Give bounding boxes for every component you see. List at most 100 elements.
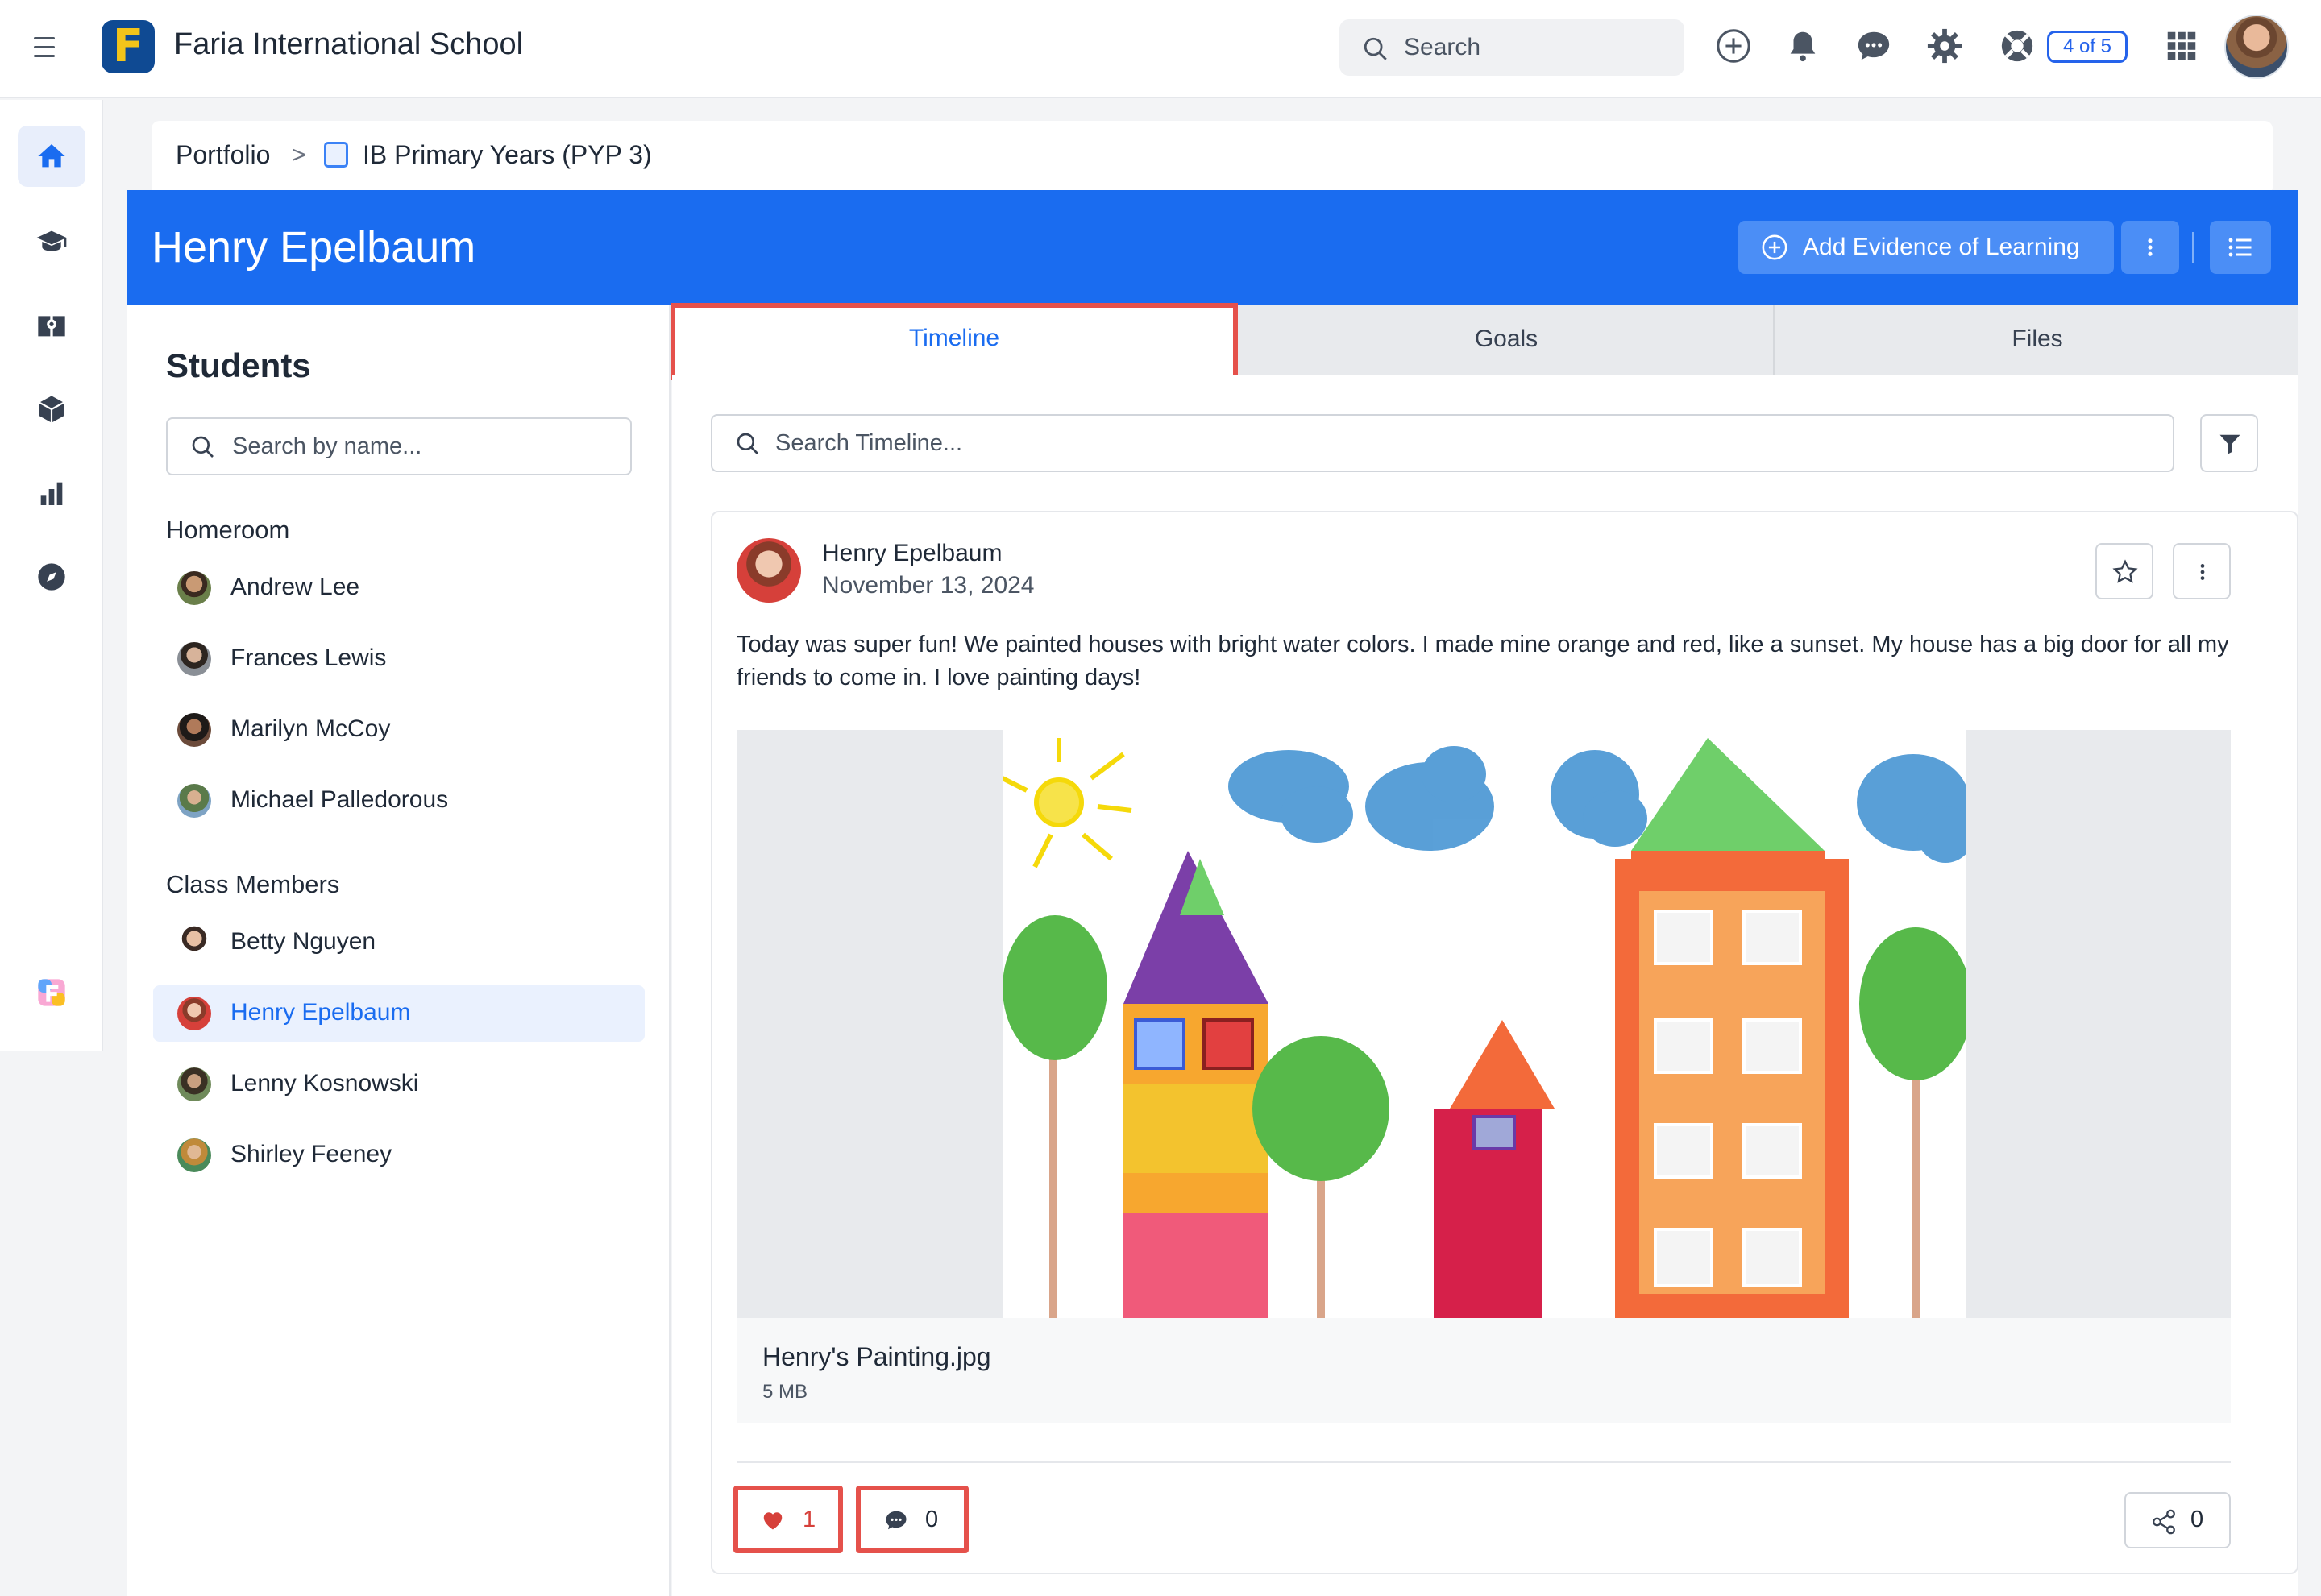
student-name: Marilyn McCoy xyxy=(230,715,391,742)
cube-icon xyxy=(39,396,64,423)
like-count: 1 xyxy=(803,1507,816,1532)
breadcrumb-class[interactable]: IB Primary Years (PYP 3) xyxy=(363,140,652,170)
student-name: Henry Epelbaum xyxy=(230,999,411,1026)
student-row-selected[interactable]: Henry Epelbaum xyxy=(153,985,645,1042)
list-view-button[interactable] xyxy=(2210,221,2271,274)
header-more-button[interactable] xyxy=(2121,221,2179,274)
plus-circle-icon[interactable] xyxy=(1715,27,1752,64)
timeline-search-input[interactable]: Search Timeline... xyxy=(711,414,2174,472)
student-row[interactable]: Lenny Kosnowski xyxy=(153,1056,645,1113)
global-search-input[interactable]: Search xyxy=(1339,19,1684,76)
student-row[interactable]: Andrew Lee xyxy=(153,560,645,616)
student-name: Michael Palledorous xyxy=(230,786,449,813)
student-name: Betty Nguyen xyxy=(230,928,376,955)
home-icon xyxy=(38,144,65,168)
comment-icon xyxy=(886,1511,907,1530)
favorite-button[interactable] xyxy=(2095,543,2153,599)
student-row[interactable]: Frances Lewis xyxy=(153,631,645,687)
avatar xyxy=(177,926,211,960)
school-name: Faria International School xyxy=(174,27,524,61)
avatar xyxy=(177,1067,211,1101)
student-name: Andrew Lee xyxy=(230,574,360,600)
student-name: Frances Lewis xyxy=(230,645,387,671)
nav-library[interactable] xyxy=(18,295,85,356)
search-icon xyxy=(1364,37,1387,60)
share-count: 0 xyxy=(2190,1507,2204,1532)
bell-icon[interactable] xyxy=(1784,27,1821,64)
user-avatar[interactable] xyxy=(2224,15,2289,79)
avatar xyxy=(177,571,211,605)
nav-academics[interactable] xyxy=(18,211,85,272)
avatar xyxy=(177,642,211,676)
avatar xyxy=(177,997,211,1030)
tab-goals[interactable]: Goals xyxy=(1239,305,1775,375)
graduation-cap-icon xyxy=(36,230,67,251)
post-more-button[interactable] xyxy=(2173,543,2231,599)
avatar xyxy=(177,1138,211,1172)
apps-grid-icon[interactable] xyxy=(2163,27,2200,64)
share-button[interactable]: 0 xyxy=(2124,1492,2231,1548)
post-text: Today was super fun! We painted houses w… xyxy=(737,632,2229,690)
heart-icon xyxy=(763,1512,783,1530)
global-search-placeholder: Search xyxy=(1404,34,1481,60)
chat-icon[interactable] xyxy=(1855,27,1892,64)
student-search-placeholder: Search by name... xyxy=(232,433,422,459)
nav-explore[interactable] xyxy=(18,546,85,607)
post-date: November 13, 2024 xyxy=(822,572,1035,599)
nav-home[interactable] xyxy=(18,126,85,187)
student-row[interactable]: Betty Nguyen xyxy=(153,914,645,971)
card-divider xyxy=(737,1461,2231,1463)
student-row[interactable]: Shirley Feeney xyxy=(153,1127,645,1184)
calendar-icon xyxy=(324,142,348,168)
plus-circle-icon xyxy=(1762,234,1787,260)
add-evidence-button[interactable]: Add Evidence of Learning xyxy=(1738,221,2114,274)
student-row[interactable]: Marilyn McCoy xyxy=(153,702,645,758)
school-logo[interactable]: F xyxy=(102,20,155,73)
post-author[interactable]: Henry Epelbaum xyxy=(822,540,1002,567)
faria-logo-icon xyxy=(38,979,65,1006)
comment-button[interactable]: 0 xyxy=(856,1486,969,1553)
tab-timeline[interactable]: Timeline xyxy=(671,303,1238,380)
filter-icon xyxy=(2219,434,2240,454)
nav-faria-apps[interactable] xyxy=(18,962,85,1023)
avatar xyxy=(737,538,801,603)
add-evidence-label: Add Evidence of Learning xyxy=(1803,234,2080,260)
like-button[interactable]: 1 xyxy=(733,1486,843,1553)
file-size: 5 MB xyxy=(762,1381,808,1403)
menu-icon[interactable] xyxy=(31,32,66,64)
search-icon xyxy=(192,436,214,458)
list-icon xyxy=(2228,238,2252,257)
student-title: Henry Epelbaum xyxy=(152,223,476,272)
chevron-right-icon: > xyxy=(292,142,306,168)
compass-icon xyxy=(38,563,65,591)
star-icon xyxy=(2112,559,2138,583)
filter-button[interactable] xyxy=(2200,414,2258,472)
search-icon xyxy=(737,433,758,454)
student-row[interactable]: Michael Palledorous xyxy=(153,773,645,829)
students-title: Students xyxy=(166,346,311,384)
painting-image[interactable] xyxy=(1003,730,1966,1318)
bar-chart-icon xyxy=(40,482,63,505)
timeline-search-placeholder: Search Timeline... xyxy=(775,430,963,456)
breadcrumb-portfolio[interactable]: Portfolio xyxy=(176,140,270,170)
more-vertical-icon xyxy=(2148,238,2153,256)
gear-icon[interactable] xyxy=(1926,27,1963,64)
book-icon xyxy=(38,316,65,337)
share-icon xyxy=(2153,1509,2175,1535)
nav-units[interactable] xyxy=(18,379,85,440)
file-name: Henry's Painting.jpg xyxy=(762,1342,991,1371)
avatar xyxy=(177,784,211,818)
student-name: Lenny Kosnowski xyxy=(230,1070,419,1096)
group-label-homeroom: Homeroom xyxy=(166,516,290,544)
tab-files[interactable]: Files xyxy=(1776,305,2298,375)
notification-count-pill[interactable]: 4 of 5 xyxy=(2047,31,2128,63)
header-divider xyxy=(2192,232,2194,263)
avatar xyxy=(177,713,211,747)
nav-reports[interactable] xyxy=(18,462,85,524)
watercolor-painting xyxy=(1003,730,1966,1318)
more-vertical-icon xyxy=(2200,564,2205,580)
student-search-input[interactable]: Search by name... xyxy=(166,417,632,475)
student-name: Shirley Feeney xyxy=(230,1141,392,1167)
help-icon[interactable] xyxy=(1999,27,2036,64)
group-label-class-members: Class Members xyxy=(166,870,340,898)
